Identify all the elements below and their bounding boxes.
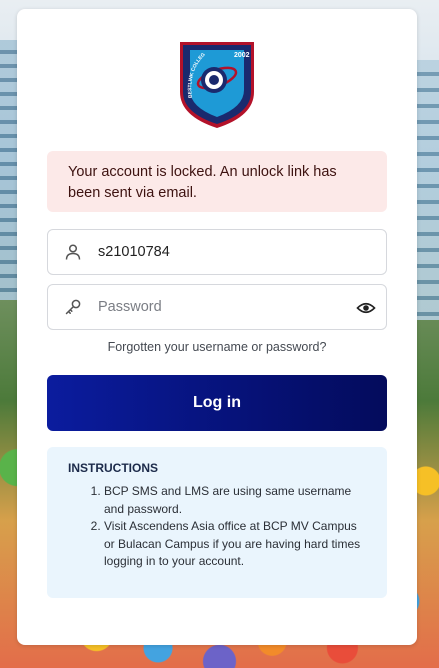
background-building-left [0, 40, 18, 300]
password-input[interactable] [98, 293, 348, 321]
logo-year: 2002 [234, 52, 250, 59]
eye-icon[interactable] [356, 298, 376, 318]
user-icon [65, 244, 81, 260]
key-icon [65, 299, 81, 315]
instructions-title: INSTRUCTIONS [68, 461, 158, 475]
forgot-credentials-link[interactable]: Forgotten your username or password? [47, 340, 387, 354]
instruction-item: Visit Ascendens Asia office at BCP MV Ca… [104, 518, 367, 571]
background-building-right [415, 60, 439, 320]
username-field[interactable] [47, 229, 387, 275]
account-locked-alert: Your account is locked. An unlock link h… [47, 151, 387, 212]
school-logo: 2002 BESTLINK COLLEGE OF THE PHILIPPINES [176, 36, 256, 130]
login-card: 2002 BESTLINK COLLEGE OF THE PHILIPPINES… [17, 9, 417, 645]
instructions-list: BCP SMS and LMS are using same username … [68, 483, 367, 571]
alert-message: Your account is locked. An unlock link h… [68, 164, 337, 201]
username-input[interactable] [98, 238, 348, 266]
login-button[interactable]: Log in [47, 375, 387, 431]
instruction-item: BCP SMS and LMS are using same username … [104, 483, 367, 518]
instructions-panel: INSTRUCTIONS BCP SMS and LMS are using s… [47, 447, 387, 598]
password-field[interactable] [47, 284, 387, 330]
